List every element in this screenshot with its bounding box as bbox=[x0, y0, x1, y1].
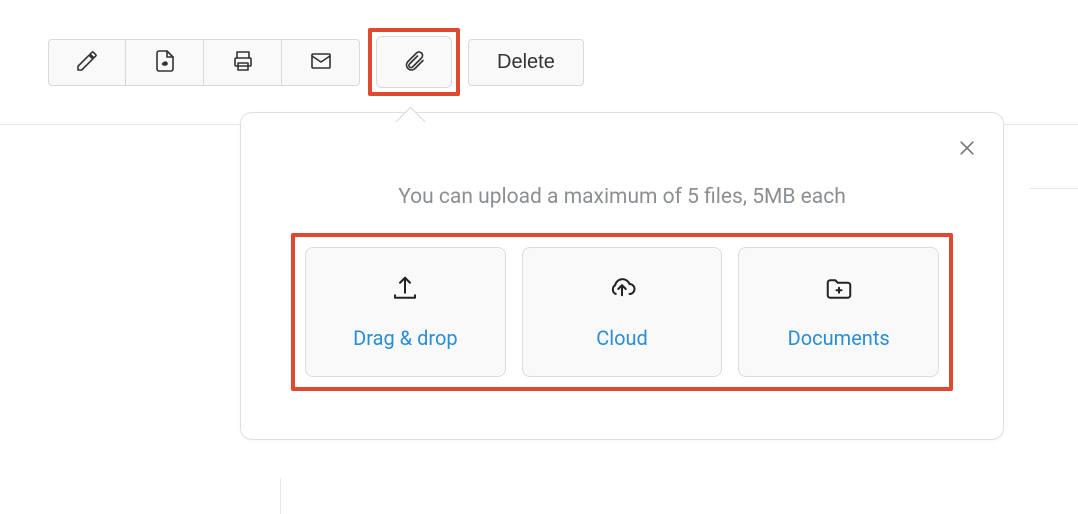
drag-drop-option[interactable]: Drag & drop bbox=[305, 247, 506, 377]
pdf-button[interactable] bbox=[126, 39, 204, 86]
documents-option[interactable]: Documents bbox=[738, 247, 939, 377]
upload-icon bbox=[388, 274, 422, 308]
toolbar: Delete bbox=[0, 0, 1078, 96]
toolbar-button-group bbox=[48, 39, 360, 86]
upload-options: Drag & drop Cloud Documents bbox=[305, 247, 939, 377]
cloud-option[interactable]: Cloud bbox=[522, 247, 723, 377]
upload-hint: You can upload a maximum of 5 files, 5MB… bbox=[291, 185, 953, 209]
pencil-icon bbox=[75, 49, 99, 76]
option-label: Documents bbox=[788, 326, 890, 350]
option-label: Cloud bbox=[596, 326, 648, 350]
attach-popover: You can upload a maximum of 5 files, 5MB… bbox=[240, 112, 1004, 440]
close-button[interactable] bbox=[953, 135, 981, 163]
mail-button[interactable] bbox=[282, 39, 360, 86]
pdf-icon bbox=[153, 49, 177, 76]
popover-pointer bbox=[398, 99, 422, 123]
paperclip-icon bbox=[402, 49, 426, 76]
print-button[interactable] bbox=[204, 39, 282, 86]
printer-icon bbox=[231, 49, 255, 76]
upload-options-highlight: Drag & drop Cloud Documents bbox=[291, 233, 953, 391]
delete-button[interactable]: Delete bbox=[468, 39, 584, 86]
divider bbox=[280, 478, 281, 514]
edit-button[interactable] bbox=[48, 39, 126, 86]
option-label: Drag & drop bbox=[353, 326, 457, 350]
delete-button-label: Delete bbox=[497, 51, 555, 74]
attach-button[interactable] bbox=[376, 36, 452, 88]
cloud-upload-icon bbox=[605, 274, 639, 308]
attach-button-highlight bbox=[368, 28, 460, 96]
close-icon bbox=[957, 138, 977, 161]
folder-add-icon bbox=[822, 274, 856, 308]
divider bbox=[1030, 188, 1078, 189]
mail-icon bbox=[309, 49, 333, 76]
